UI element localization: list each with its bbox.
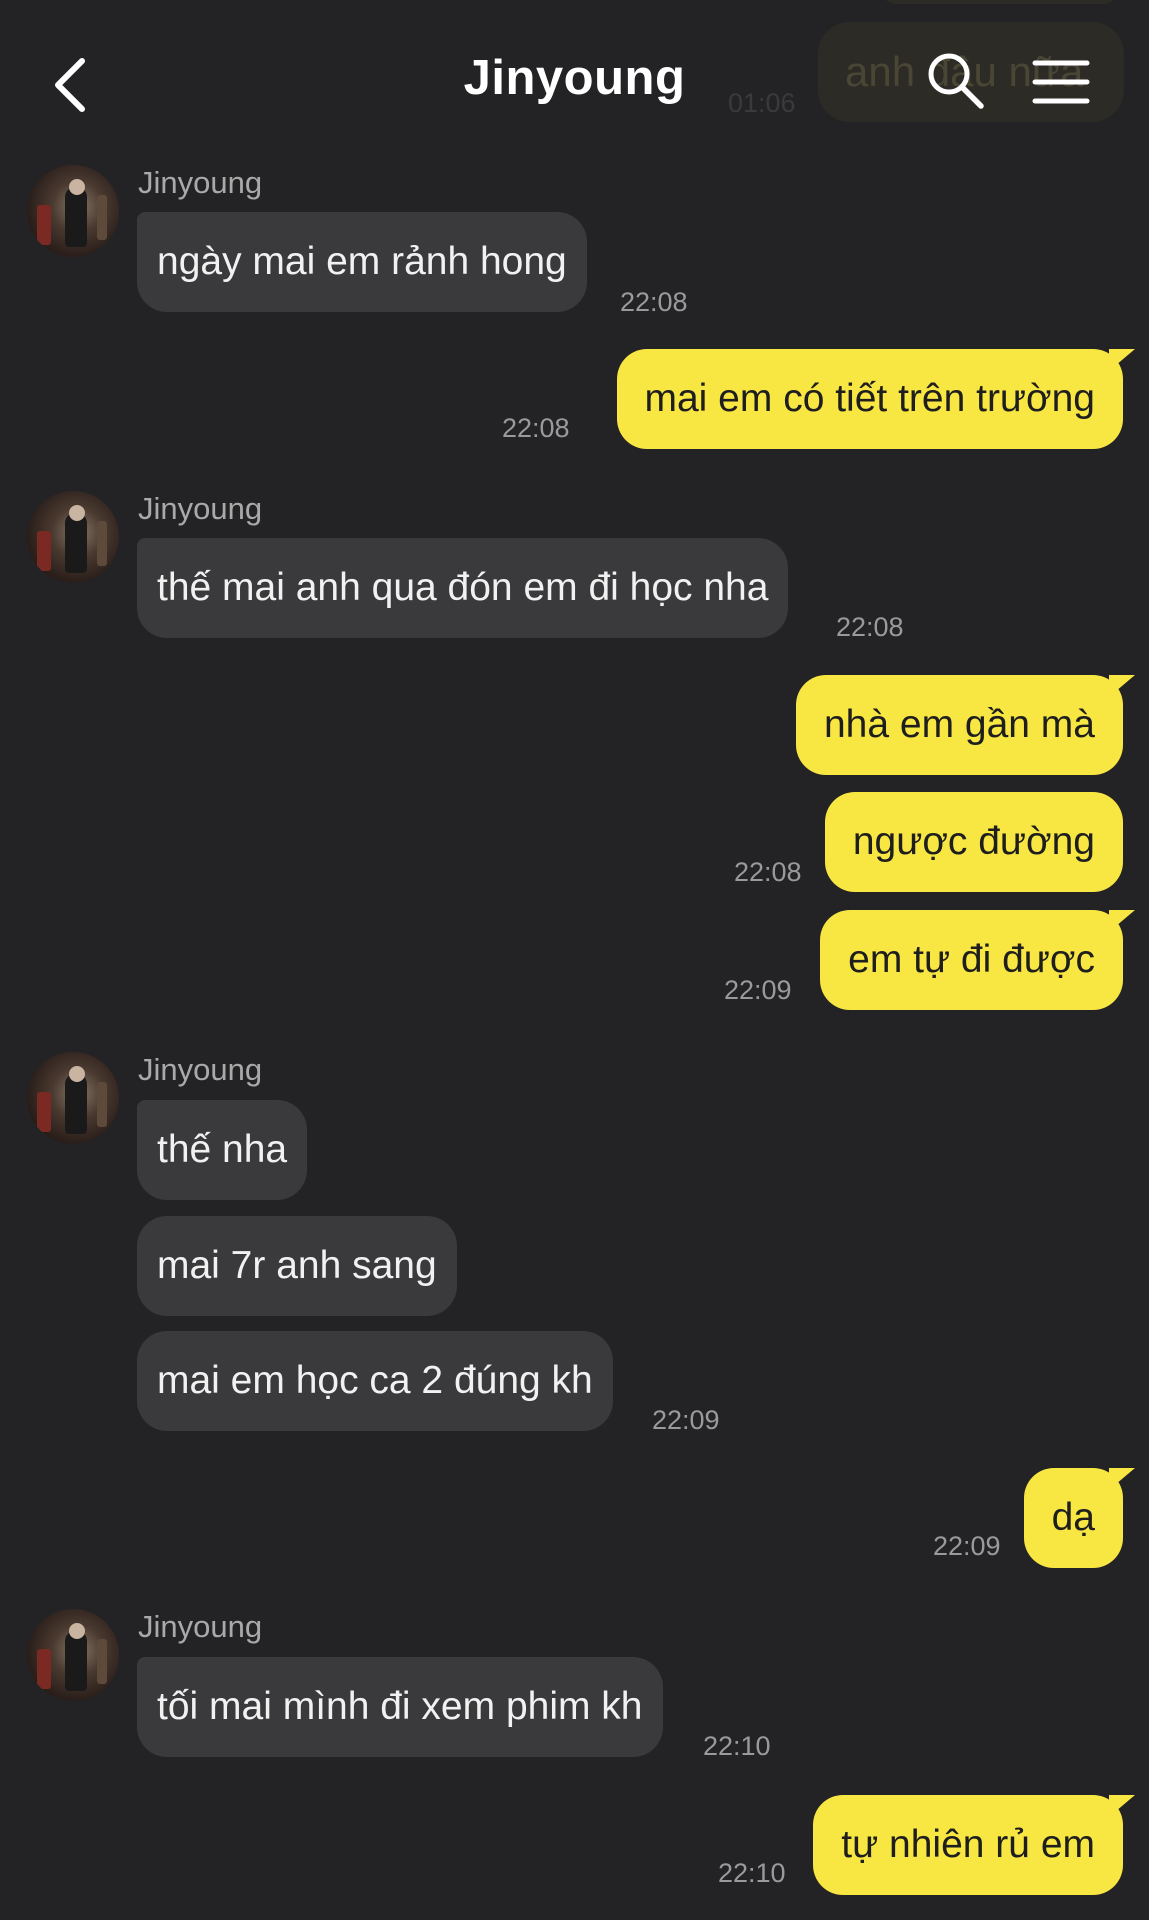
message-time: 22:09 bbox=[933, 1531, 1001, 1561]
outgoing-message[interactable]: mai em có tiết trên trường bbox=[616, 349, 1123, 449]
message-time: 22:08 bbox=[502, 413, 570, 443]
sender-name: Jinyoung bbox=[138, 1609, 263, 1644]
contact-avatar[interactable] bbox=[27, 1052, 119, 1144]
outgoing-message[interactable]: dạ bbox=[1023, 1468, 1123, 1568]
message-time: 22:09 bbox=[652, 1405, 720, 1435]
bubble-tail bbox=[1109, 1468, 1135, 1490]
chat-header: anh đầu nữa 01:06 Jinyoung bbox=[0, 0, 1149, 165]
message-time: 22:08 bbox=[734, 857, 802, 887]
message-time: 22:08 bbox=[620, 287, 688, 317]
sender-name: Jinyoung bbox=[138, 1052, 263, 1087]
incoming-message[interactable]: thế nha bbox=[137, 1100, 308, 1200]
sender-name: Jinyoung bbox=[138, 491, 263, 526]
incoming-message[interactable]: mai em học ca 2 đúng kh bbox=[137, 1331, 613, 1431]
outgoing-message[interactable]: tự nhiên rủ em bbox=[813, 1795, 1123, 1895]
outgoing-message[interactable]: em tự đi được bbox=[820, 910, 1123, 1010]
scrolled-bubble-edge bbox=[880, 0, 1120, 4]
contact-avatar[interactable] bbox=[27, 165, 119, 257]
search-button[interactable] bbox=[925, 50, 987, 112]
contact-avatar[interactable] bbox=[27, 1609, 119, 1701]
message-time: 22:10 bbox=[718, 1858, 786, 1888]
incoming-message[interactable]: mai 7r anh sang bbox=[137, 1216, 457, 1316]
outgoing-message[interactable]: nhà em gần mà bbox=[795, 675, 1123, 775]
message-time: 22:09 bbox=[724, 975, 792, 1005]
outgoing-message[interactable]: ngược đường bbox=[824, 792, 1123, 892]
bubble-tail bbox=[1109, 1795, 1135, 1817]
contact-avatar[interactable] bbox=[27, 491, 119, 583]
incoming-message[interactable]: ngày mai em rảnh hong bbox=[137, 212, 587, 312]
message-time: 22:08 bbox=[836, 612, 904, 642]
hamburger-menu-icon bbox=[1032, 60, 1090, 104]
incoming-message[interactable]: thế mai anh qua đón em đi học nha bbox=[137, 538, 789, 638]
menu-button[interactable] bbox=[1030, 55, 1092, 110]
sender-name: Jinyoung bbox=[138, 165, 263, 200]
search-icon bbox=[928, 53, 984, 109]
message-time: 22:10 bbox=[703, 1731, 771, 1761]
incoming-message[interactable]: tối mai mình đi xem phim kh bbox=[137, 1657, 663, 1757]
